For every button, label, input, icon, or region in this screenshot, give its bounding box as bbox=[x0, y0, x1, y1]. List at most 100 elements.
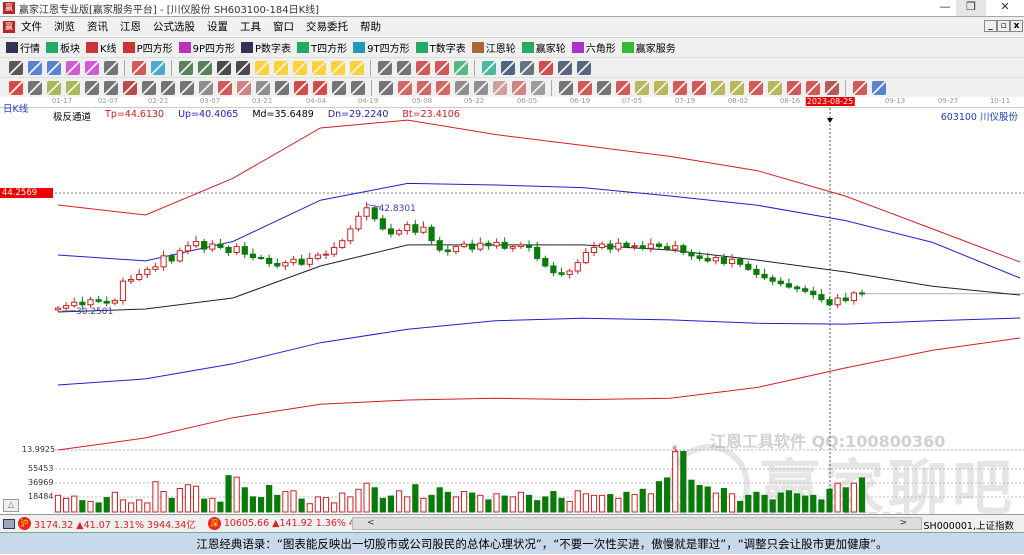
toolbar2-tool-0-icon[interactable] bbox=[9, 61, 23, 75]
toolbar3-tool-5-icon[interactable] bbox=[104, 81, 118, 95]
menu-item-2[interactable]: 资讯 bbox=[87, 19, 108, 34]
toolbar-button-5[interactable]: P数字表 bbox=[241, 40, 291, 55]
toolbar3-tool-35-icon[interactable] bbox=[654, 81, 668, 95]
toolbar3-tool-7-icon[interactable] bbox=[142, 81, 156, 95]
toolbar2-tool-12-icon[interactable] bbox=[217, 61, 231, 75]
toolbar3-tool-31-icon[interactable] bbox=[578, 81, 592, 95]
kline-chart[interactable]: 42.830130.2501$ bbox=[0, 96, 1024, 514]
toolbar3-tool-30-icon[interactable] bbox=[559, 81, 573, 95]
toolbar3-tool-4-icon[interactable] bbox=[85, 81, 99, 95]
toolbar-button-3[interactable]: P四方形 bbox=[123, 40, 173, 55]
quote-grid-icon[interactable] bbox=[3, 519, 15, 529]
toolbar-button-6[interactable]: T四方形 bbox=[297, 40, 347, 55]
menu-item-5[interactable]: 设置 bbox=[207, 19, 228, 34]
toolbar2-tool-17-icon[interactable] bbox=[312, 61, 326, 75]
toolbar3-tool-25-icon[interactable] bbox=[474, 81, 488, 95]
toolbar3-tool-41-icon[interactable] bbox=[768, 81, 782, 95]
toolbar2-tool-31-icon[interactable] bbox=[558, 61, 572, 75]
menu-item-0[interactable]: 文件 bbox=[21, 19, 42, 34]
toolbar-button-1[interactable]: 板块 bbox=[46, 40, 80, 55]
toolbar3-tool-8-icon[interactable] bbox=[161, 81, 175, 95]
toolbar2-tool-23-icon[interactable] bbox=[416, 61, 430, 75]
mdi-restore-button[interactable]: ▫ bbox=[997, 20, 1010, 32]
toolbar2-tool-24-icon[interactable] bbox=[435, 61, 449, 75]
expand-panel-button[interactable]: △ bbox=[3, 499, 19, 512]
toolbar2-tool-4-icon[interactable] bbox=[85, 61, 99, 75]
menu-item-3[interactable]: 江恩 bbox=[120, 19, 141, 34]
toolbar-button-12[interactable]: 赢家服务 bbox=[622, 40, 676, 55]
toolbar3-tool-13-icon[interactable] bbox=[256, 81, 270, 95]
toolbar3-tool-43-icon[interactable] bbox=[806, 81, 820, 95]
toolbar3-tool-44-icon[interactable] bbox=[825, 81, 839, 95]
toolbar3-tool-0-icon[interactable] bbox=[9, 81, 23, 95]
toolbar2-tool-1-icon[interactable] bbox=[28, 61, 42, 75]
toolbar3-tool-22-icon[interactable] bbox=[417, 81, 431, 95]
toolbar2-tool-11-icon[interactable] bbox=[198, 61, 212, 75]
menu-item-7[interactable]: 窗口 bbox=[273, 19, 294, 34]
toolbar3-tool-11-icon[interactable] bbox=[218, 81, 232, 95]
toolbar-button-2[interactable]: K线 bbox=[86, 40, 117, 55]
toolbar3-tool-9-icon[interactable] bbox=[180, 81, 194, 95]
toolbar3-tool-12-icon[interactable] bbox=[237, 81, 251, 95]
toolbar2-tool-8-icon[interactable] bbox=[151, 61, 165, 75]
toolbar-button-0[interactable]: 行情 bbox=[6, 40, 40, 55]
toolbar-button-8[interactable]: T数字表 bbox=[416, 40, 466, 55]
toolbar3-tool-10-icon[interactable] bbox=[199, 81, 213, 95]
toolbar3-tool-40-icon[interactable] bbox=[749, 81, 763, 95]
toolbar2-tool-21-icon[interactable] bbox=[378, 61, 392, 75]
toolbar3-tool-34-icon[interactable] bbox=[635, 81, 649, 95]
toolbar2-tool-3-icon[interactable] bbox=[66, 61, 80, 75]
toolbar2-tool-30-icon[interactable] bbox=[539, 61, 553, 75]
menu-item-4[interactable]: 公式选股 bbox=[153, 19, 195, 34]
toolbar3-tool-26-icon[interactable] bbox=[493, 81, 507, 95]
toolbar2-tool-14-icon[interactable] bbox=[255, 61, 269, 75]
mdi-close-button[interactable]: x bbox=[1010, 20, 1023, 32]
toolbar3-tool-27-icon[interactable] bbox=[512, 81, 526, 95]
toolbar-button-11[interactable]: 六角形 bbox=[572, 40, 616, 55]
toolbar2-tool-2-icon[interactable] bbox=[47, 61, 61, 75]
toolbar2-tool-10-icon[interactable] bbox=[179, 61, 193, 75]
toolbar3-tool-37-icon[interactable] bbox=[692, 81, 706, 95]
index-selector[interactable]: SH000001,上证指数 bbox=[924, 518, 1014, 532]
toolbar-button-9[interactable]: 江恩轮 bbox=[472, 40, 516, 55]
toolbar3-tool-6-icon[interactable] bbox=[123, 81, 137, 95]
menu-item-9[interactable]: 帮助 bbox=[360, 19, 381, 34]
toolbar3-tool-38-icon[interactable] bbox=[711, 81, 725, 95]
toolbar3-tool-18-icon[interactable] bbox=[351, 81, 365, 95]
horizontal-scrollbar[interactable]: < > bbox=[352, 517, 922, 530]
toolbar2-tool-19-icon[interactable] bbox=[350, 61, 364, 75]
toolbar2-tool-7-icon[interactable] bbox=[132, 61, 146, 75]
toolbar2-tool-28-icon[interactable] bbox=[501, 61, 515, 75]
toolbar3-tool-17-icon[interactable] bbox=[332, 81, 346, 95]
toolbar-button-4[interactable]: 9P四方形 bbox=[179, 40, 235, 55]
menu-item-6[interactable]: 工具 bbox=[240, 19, 261, 34]
toolbar3-tool-33-icon[interactable] bbox=[616, 81, 630, 95]
close-button[interactable]: ✕ bbox=[990, 0, 1020, 16]
toolbar-button-7[interactable]: 9T四方形 bbox=[353, 40, 409, 55]
menu-item-8[interactable]: 交易委托 bbox=[306, 19, 348, 34]
toolbar3-tool-21-icon[interactable] bbox=[398, 81, 412, 95]
toolbar2-tool-16-icon[interactable] bbox=[293, 61, 307, 75]
toolbar3-tool-46-icon[interactable] bbox=[853, 81, 867, 95]
toolbar3-tool-1-icon[interactable] bbox=[28, 81, 42, 95]
toolbar2-tool-27-icon[interactable] bbox=[482, 61, 496, 75]
toolbar3-tool-15-icon[interactable] bbox=[294, 81, 308, 95]
toolbar3-tool-32-icon[interactable] bbox=[597, 81, 611, 95]
toolbar2-tool-29-icon[interactable] bbox=[520, 61, 534, 75]
toolbar3-tool-16-icon[interactable] bbox=[313, 81, 327, 95]
toolbar2-tool-18-icon[interactable] bbox=[331, 61, 345, 75]
menu-item-1[interactable]: 浏览 bbox=[54, 19, 75, 34]
toolbar3-tool-20-icon[interactable] bbox=[379, 81, 393, 95]
scroll-left-button[interactable]: < bbox=[367, 518, 375, 528]
toolbar3-tool-2-icon[interactable] bbox=[47, 81, 61, 95]
toolbar2-tool-13-icon[interactable] bbox=[236, 61, 250, 75]
toolbar2-tool-15-icon[interactable] bbox=[274, 61, 288, 75]
toolbar3-tool-28-icon[interactable] bbox=[531, 81, 545, 95]
toolbar-button-10[interactable]: 赢家轮 bbox=[522, 40, 566, 55]
maximize-button[interactable]: ❐ bbox=[956, 0, 986, 16]
toolbar2-tool-25-icon[interactable] bbox=[454, 61, 468, 75]
scroll-right-button[interactable]: > bbox=[899, 518, 907, 528]
toolbar3-tool-23-icon[interactable] bbox=[436, 81, 450, 95]
toolbar2-tool-22-icon[interactable] bbox=[397, 61, 411, 75]
toolbar3-tool-39-icon[interactable] bbox=[730, 81, 744, 95]
